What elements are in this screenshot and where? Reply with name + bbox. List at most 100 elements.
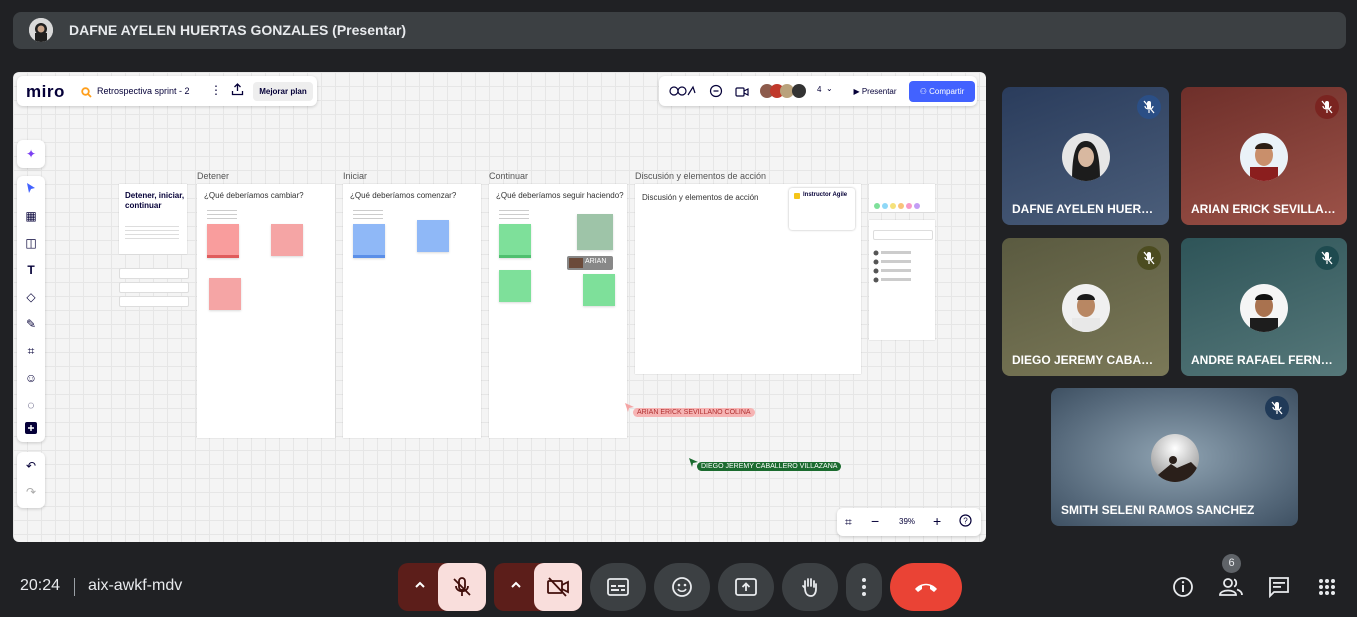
- camera-control-group: [494, 563, 582, 611]
- select-cursor-icon[interactable]: [23, 182, 39, 198]
- ai-sparkle-icon[interactable]: ✦: [23, 146, 39, 162]
- shapes-icon[interactable]: ◇: [23, 289, 39, 305]
- participant-tile[interactable]: DAFNE AYELEN HUER…: [1002, 87, 1169, 225]
- sticky-note[interactable]: [499, 270, 531, 302]
- mic-options-chevron-icon[interactable]: [412, 577, 428, 598]
- leave-call-button[interactable]: [890, 563, 962, 611]
- intro-title: Detener, iniciar, continuar: [125, 191, 185, 210]
- zoom-in-button[interactable]: +: [933, 513, 941, 529]
- fit-screen-icon[interactable]: ⌗: [845, 515, 852, 530]
- help-icon[interactable]: ?: [959, 514, 972, 532]
- share-button[interactable]: ⚇ Compartir: [909, 81, 975, 102]
- share-icon: ⚇: [919, 87, 930, 96]
- export-icon[interactable]: [231, 83, 244, 101]
- frame-start-question: ¿Qué deberíamos comenzar?: [350, 191, 457, 200]
- intro-list-item[interactable]: [119, 282, 189, 293]
- participant-tile[interactable]: SMITH SELENI RAMOS SANCHEZ: [1051, 388, 1298, 526]
- add-icon[interactable]: [23, 422, 39, 438]
- intro-list-item[interactable]: [119, 296, 189, 307]
- frame-stop-question: ¿Qué deberíamos cambiar?: [204, 191, 304, 200]
- frame-start[interactable]: ¿Qué deberíamos comenzar?: [343, 184, 481, 438]
- sticky-note[interactable]: [577, 214, 613, 250]
- people-search[interactable]: [873, 230, 933, 240]
- more-options-button[interactable]: [846, 563, 882, 611]
- pen-icon[interactable]: ✎: [23, 316, 39, 332]
- share-label: Compartir: [929, 87, 965, 96]
- chat-button[interactable]: [1259, 567, 1299, 607]
- presenter-name: DAFNE AYELEN HUERTAS GONZALES (Presentar…: [69, 22, 407, 38]
- collaborator-avatars[interactable]: [759, 83, 813, 104]
- redo-icon[interactable]: ↷: [23, 484, 39, 500]
- captions-icon: [607, 578, 629, 596]
- sticky-note[interactable]: [209, 278, 241, 310]
- emoji-icon: [672, 577, 692, 597]
- emoji-icon[interactable]: ☺: [23, 370, 39, 386]
- intro-list: [119, 260, 189, 308]
- agile-card-title: Instructor Agile: [803, 192, 848, 198]
- sticky-note[interactable]: [207, 224, 239, 258]
- frame-discussion[interactable]: Discusión y elementos de acción Instruct…: [635, 184, 861, 374]
- upgrade-plan-button[interactable]: Mejorar plan: [253, 82, 313, 101]
- camera-off-icon: [547, 577, 569, 597]
- sticky-note[interactable]: [583, 274, 615, 306]
- participant-tile[interactable]: DIEGO JEREMY CABA…: [1002, 238, 1169, 376]
- sticky-note[interactable]: [353, 224, 385, 258]
- sticky-note-icon[interactable]: ◫: [23, 235, 39, 251]
- board-title[interactable]: Retrospectiva sprint - 2: [97, 86, 190, 96]
- video-icon[interactable]: [735, 85, 749, 103]
- camera-options-chevron-icon[interactable]: [508, 577, 524, 598]
- frame-icon[interactable]: ⌗: [23, 343, 39, 359]
- search-icon[interactable]: [81, 85, 92, 103]
- miro-logo: miro: [26, 82, 65, 101]
- shared-screen[interactable]: miro Retrospectiva sprint - 2 ⋮ Mejorar …: [13, 72, 986, 542]
- chevron-down-icon[interactable]: ⌄: [826, 84, 833, 93]
- zoom-out-button[interactable]: −: [871, 513, 879, 529]
- sticky-note[interactable]: [499, 224, 531, 258]
- more-options-icon[interactable]: ⋮: [210, 83, 222, 97]
- mic-off-button[interactable]: [438, 563, 486, 611]
- mic-off-icon: [1265, 396, 1289, 420]
- section-label-start: Iniciar: [343, 171, 368, 181]
- agile-coach-card[interactable]: Instructor Agile: [789, 188, 855, 230]
- present-button[interactable]: ▶ Presentar: [843, 82, 907, 101]
- raise-hand-button[interactable]: [782, 563, 838, 611]
- undo-icon[interactable]: ↶: [23, 458, 39, 474]
- intro-list-item[interactable]: [119, 268, 189, 279]
- intro-card[interactable]: Detener, iniciar, continuar: [119, 184, 187, 254]
- mic-off-icon: [453, 577, 471, 596]
- sticky-note[interactable]: [417, 220, 449, 252]
- sticky-note[interactable]: [271, 224, 303, 256]
- people-panel[interactable]: [869, 220, 935, 340]
- people-count-badge: 6: [1222, 554, 1241, 573]
- play-icon: ▶: [853, 87, 862, 96]
- frame-stop[interactable]: ¿Qué deberíamos cambiar?: [197, 184, 335, 438]
- captions-button[interactable]: [590, 563, 646, 611]
- section-label-stop: Detener: [197, 171, 230, 181]
- participant-tile[interactable]: ARIAN ERICK SEVILLA…: [1181, 87, 1347, 225]
- present-screen-icon: [735, 578, 757, 596]
- people-button[interactable]: 6: [1211, 554, 1251, 607]
- mic-off-icon: [1137, 95, 1161, 119]
- participant-tile[interactable]: ANDRE RAFAEL FERN…: [1181, 238, 1347, 376]
- voting-panel[interactable]: [869, 184, 935, 212]
- comment-icon[interactable]: ◌: [23, 397, 39, 413]
- meeting-time: 20:24: [20, 577, 61, 594]
- zoom-level[interactable]: 39%: [899, 517, 915, 526]
- activities-button[interactable]: [1307, 567, 1347, 607]
- frame-continue[interactable]: ¿Qué deberíamos seguir haciendo? ARIAN: [489, 184, 627, 438]
- history-toolbar: ↶ ↷: [17, 452, 45, 508]
- reactions-button[interactable]: [654, 563, 710, 611]
- cursor-pointer-icon: [689, 454, 698, 472]
- present-screen-button[interactable]: [718, 563, 774, 611]
- meeting-info-button[interactable]: [1163, 567, 1203, 607]
- reactions-icon[interactable]: [669, 84, 697, 103]
- vote-dots: [873, 197, 931, 215]
- template-icon[interactable]: ▦: [23, 208, 39, 224]
- chat-icon[interactable]: [709, 84, 723, 103]
- camera-off-button[interactable]: [534, 563, 582, 611]
- text-icon[interactable]: T: [23, 262, 39, 278]
- frame-discussion-question: Discusión y elementos de acción: [642, 193, 759, 202]
- collaborator-count[interactable]: 4: [817, 85, 821, 94]
- sticky-pile-label: [207, 210, 237, 222]
- mic-off-icon: [1137, 246, 1161, 270]
